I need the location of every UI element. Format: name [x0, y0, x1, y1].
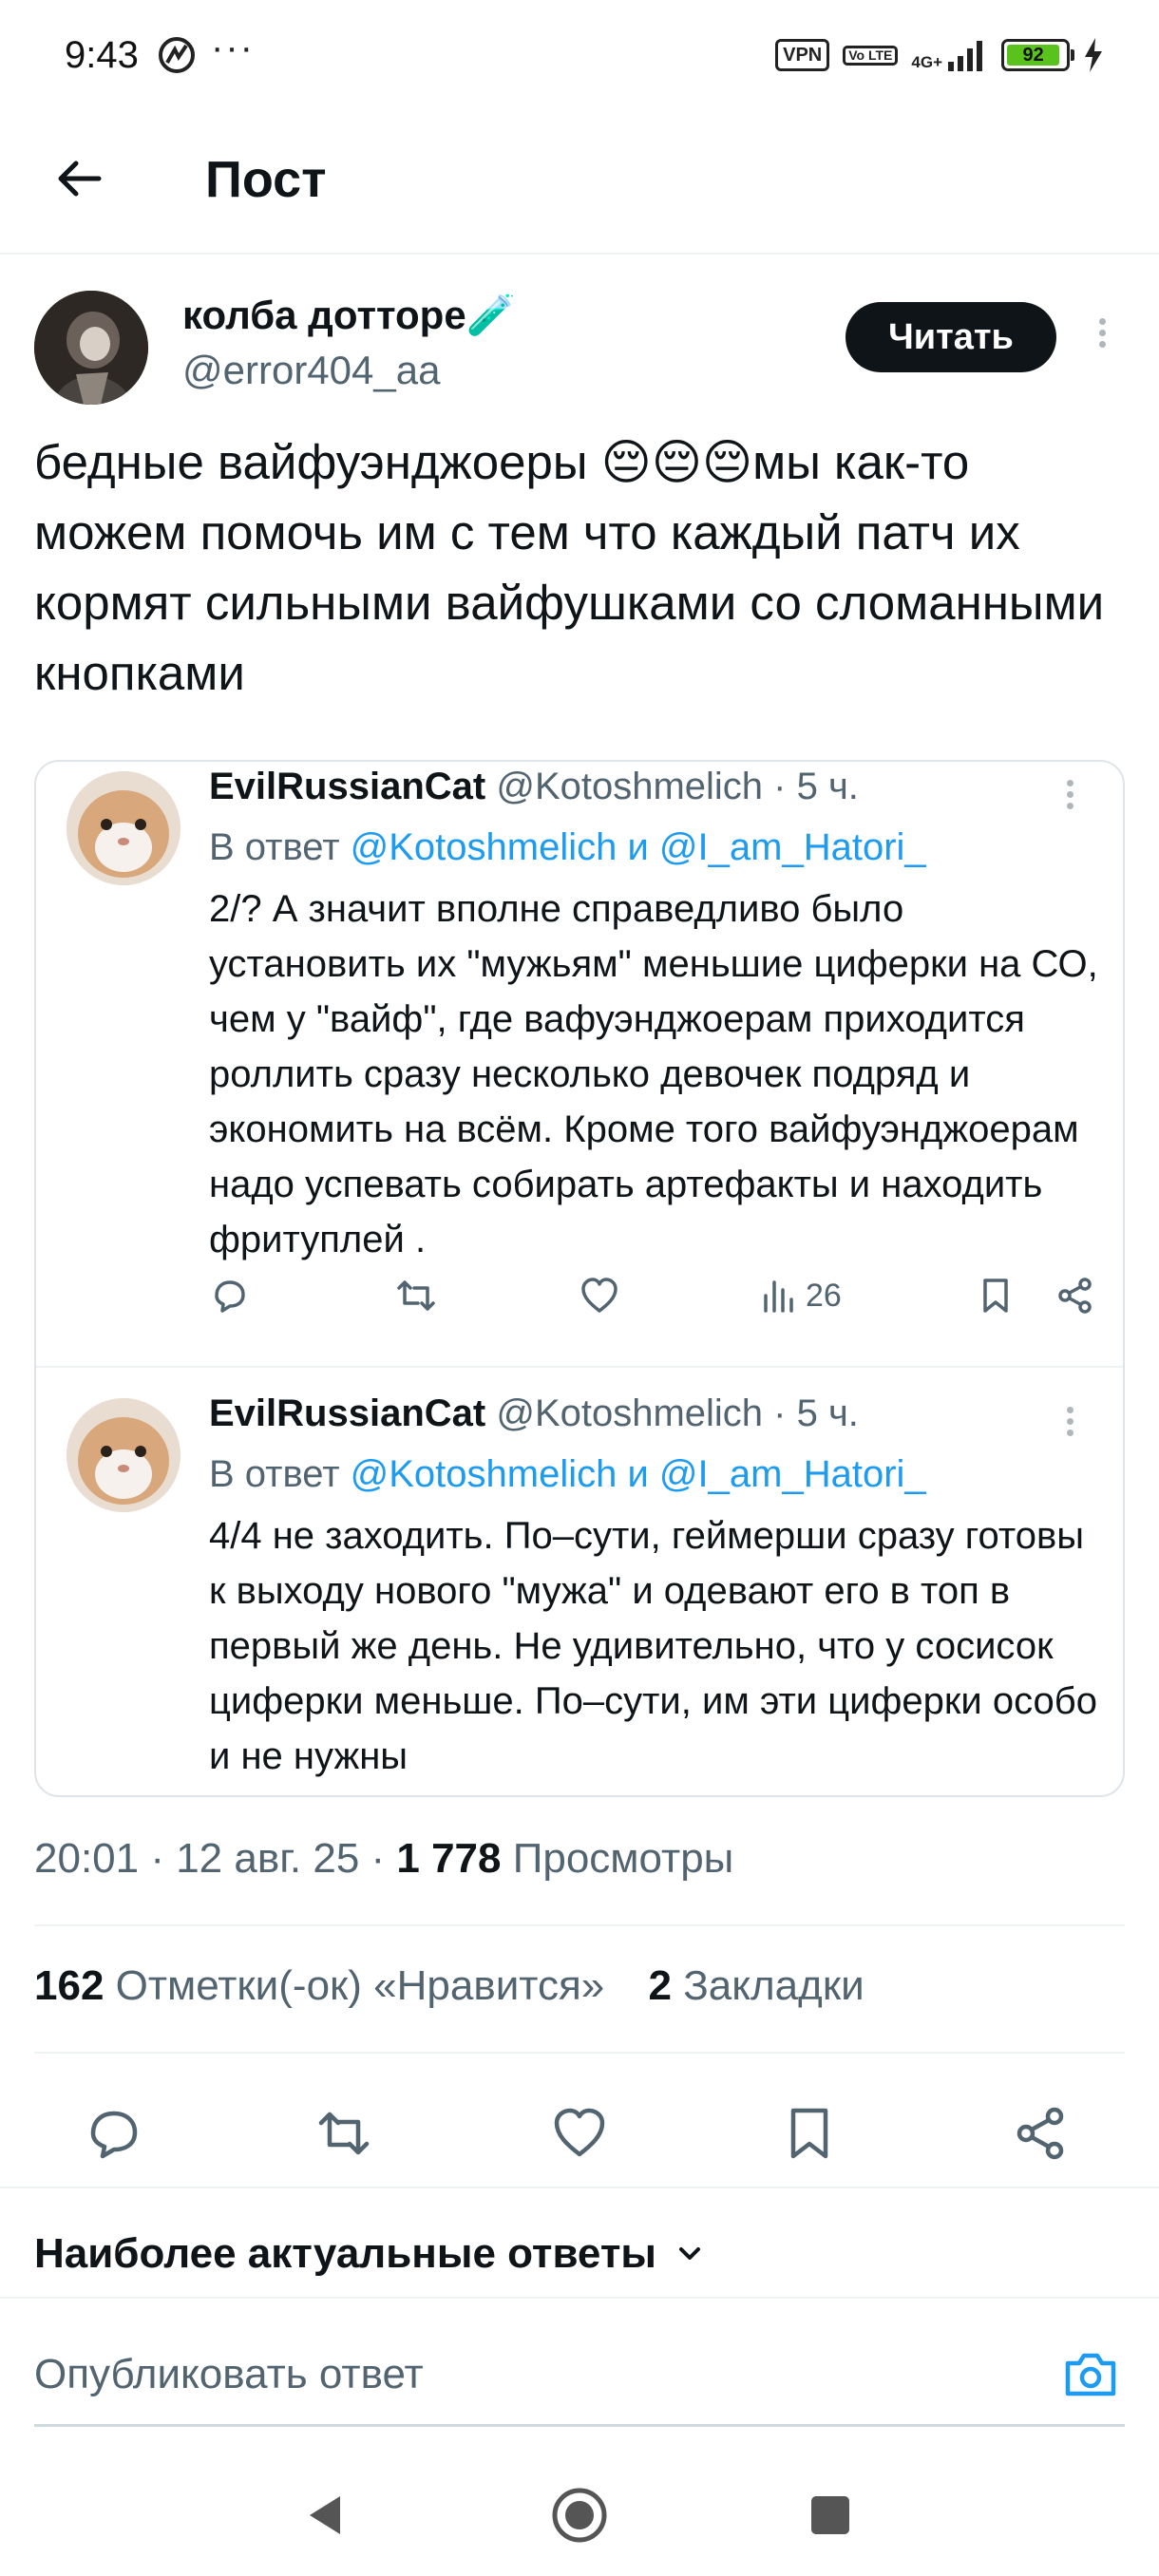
- share-icon[interactable]: [1011, 2103, 1072, 2164]
- replies-sort-label: Наиболее актуальные ответы: [34, 2230, 656, 2277]
- author-name-text: колба дотторе: [182, 293, 466, 337]
- divider: [34, 1924, 1125, 1926]
- reply-icon[interactable]: [84, 2103, 144, 2164]
- reply-to-line: В ответ @Kotoshmelich и @I_am_Hatori_: [209, 1453, 926, 1496]
- post-stats: 162 Отметки(-ок) «Нравится» 2 Закладки: [34, 1962, 864, 2010]
- cat-avatar-image: [66, 771, 180, 885]
- author-avatar[interactable]: [34, 291, 148, 405]
- reply-input-underline: [34, 2424, 1125, 2427]
- reply-avatar[interactable]: [66, 771, 180, 885]
- post-timestamp-views: 20:01 · 12 авг. 25 · 1 778 Просмотры: [34, 1835, 733, 1883]
- reply-divider: [36, 1366, 1123, 1368]
- reply-input[interactable]: Опубликовать ответ: [34, 2346, 984, 2403]
- reply-reply-button[interactable]: [209, 1267, 251, 1324]
- reply-handle-time: @Kotoshmelich · 5 ч.: [485, 1392, 859, 1434]
- reply-text: 2/? А значит вполне справедливо было уст…: [209, 888, 1098, 1260]
- likes-stat[interactable]: 162 Отметки(-ок) «Нравится»: [34, 1962, 604, 2009]
- bookmarks-count: 2: [648, 1962, 672, 2009]
- status-indicators: VPN Vo LTE 4G+ 92: [775, 36, 1104, 74]
- reply-to-mentions[interactable]: @Kotoshmelich и @I_am_Hatori_: [351, 826, 926, 868]
- reply-text: 4/4 не заходить. По–сути, геймерши сразу…: [209, 1515, 1097, 1777]
- post-text: бедные вайфуэнджоеры 😔😔😔мы как-то можем …: [34, 435, 1105, 700]
- retweet-icon: [397, 1280, 435, 1311]
- reply-author-name[interactable]: EvilRussianCat: [209, 766, 485, 807]
- signal-icon: [948, 41, 982, 71]
- status-more-dots: ···: [211, 27, 255, 68]
- divider: [34, 2052, 1125, 2054]
- nav-home-icon[interactable]: [549, 2485, 610, 2546]
- post-action-bar: [0, 2080, 1159, 2194]
- views-count: 1 778: [396, 1835, 502, 1882]
- page-title: Пост: [205, 151, 327, 208]
- cat-avatar-image: [66, 1398, 180, 1512]
- reply-views-button[interactable]: 26: [760, 1267, 842, 1324]
- vpn-icon: VPN: [775, 39, 830, 71]
- likes-count: 162: [34, 1962, 104, 2009]
- volte-icon: Vo LTE: [843, 45, 899, 66]
- bookmarks-label: Закладки: [671, 1962, 864, 2009]
- reply-to-prefix: В ответ: [209, 1453, 351, 1495]
- status-time: 9:43: [65, 34, 139, 76]
- reply-views-count: 26: [806, 1277, 842, 1314]
- bookmarks-stat[interactable]: 2 Закладки: [649, 1962, 864, 2009]
- signal-group: 4G+: [911, 39, 988, 71]
- top-app-bar: Пост: [0, 112, 1159, 255]
- test-tube-emoji: 🧪: [466, 293, 516, 337]
- camera-icon[interactable]: [1060, 2344, 1121, 2405]
- reply-more-icon[interactable]: [1060, 775, 1079, 823]
- charging-icon: [1085, 38, 1102, 72]
- status-bar: 9:43 ··· VPN Vo LTE 4G+ 92: [0, 0, 1159, 112]
- author-handle[interactable]: @error404_aa: [182, 348, 440, 393]
- reply-thread-card[interactable]: EvilRussianCat @Kotoshmelich · 5 ч. В от…: [34, 760, 1125, 1797]
- back-arrow-icon[interactable]: [51, 150, 108, 207]
- battery-icon: 92: [1001, 39, 1074, 71]
- reply-to-line: В ответ @Kotoshmelich и @I_am_Hatori_: [209, 826, 926, 869]
- reply-bookmark-button[interactable]: [977, 1267, 1015, 1324]
- reply-share-button[interactable]: [1054, 1267, 1096, 1324]
- bookmark-icon: [983, 1279, 1008, 1313]
- views-icon: [764, 1280, 793, 1313]
- reply-header: EvilRussianCat @Kotoshmelich · 5 ч.: [209, 766, 859, 808]
- more-vertical-icon[interactable]: [1092, 313, 1112, 361]
- reply-to-prefix: В ответ: [209, 826, 351, 868]
- notification-app-icon: [159, 37, 195, 73]
- system-navigation-bar: [0, 2451, 1159, 2576]
- battery-level: 92: [1007, 45, 1060, 66]
- reply-like-button[interactable]: [578, 1267, 621, 1324]
- reply-action-row: 26: [209, 1267, 1112, 1324]
- like-icon: [581, 1278, 618, 1313]
- divider: [0, 2297, 1159, 2299]
- network-type: 4G+: [911, 53, 942, 71]
- follow-button[interactable]: Читать: [846, 302, 1056, 372]
- divider: [0, 2187, 1159, 2188]
- bookmark-icon[interactable]: [779, 2103, 840, 2164]
- retweet-icon[interactable]: [314, 2103, 374, 2164]
- like-icon[interactable]: [549, 2103, 610, 2164]
- reply-avatar[interactable]: [66, 1398, 180, 1512]
- nav-back-icon[interactable]: [296, 2485, 357, 2546]
- views-label: Просмотры: [501, 1835, 734, 1882]
- replies-sort-dropdown[interactable]: Наиболее актуальные ответы: [34, 2230, 706, 2278]
- post-time-date: 20:01 · 12 авг. 25 ·: [34, 1835, 397, 1882]
- reply-handle-time: @Kotoshmelich · 5 ч.: [485, 766, 859, 807]
- author-name[interactable]: колба дотторе🧪: [182, 293, 516, 339]
- likes-label: Отметки(-ок) «Нравится»: [104, 1962, 605, 2009]
- nav-recents-icon[interactable]: [800, 2485, 861, 2546]
- reply-author-name[interactable]: EvilRussianCat: [209, 1392, 485, 1434]
- avatar-image: [34, 291, 148, 405]
- reply-header: EvilRussianCat @Kotoshmelich · 5 ч.: [209, 1392, 859, 1435]
- reply-icon: [215, 1280, 245, 1313]
- reply-more-icon[interactable]: [1060, 1402, 1079, 1449]
- reply-retweet-button[interactable]: [393, 1267, 439, 1324]
- share-icon: [1058, 1278, 1092, 1314]
- chevron-down-icon: [678, 2247, 700, 2260]
- reply-to-mentions[interactable]: @Kotoshmelich и @I_am_Hatori_: [351, 1453, 926, 1495]
